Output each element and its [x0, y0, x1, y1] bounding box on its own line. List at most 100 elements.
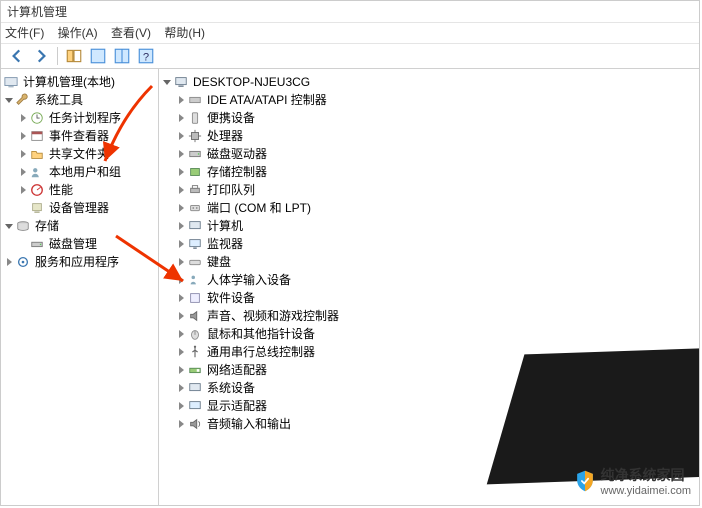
menu-action[interactable]: 操作(A)	[58, 26, 98, 40]
expand-arrow-icon[interactable]	[175, 256, 187, 268]
tree-storage[interactable]: 存储	[3, 217, 156, 235]
tree-task-scheduler[interactable]: 任务计划程序	[3, 109, 156, 127]
watermark-url: www.yidaimei.com	[601, 485, 691, 497]
disk-drive-icon	[187, 146, 203, 162]
menu-file[interactable]: 文件(F)	[5, 26, 44, 40]
expand-arrow-icon[interactable]	[175, 130, 187, 142]
tree-root[interactable]: 计算机管理(本地)	[3, 73, 156, 91]
menu-view[interactable]: 查看(V)	[111, 26, 151, 40]
menu-bar[interactable]: 文件(F) 操作(A) 查看(V) 帮助(H)	[1, 23, 699, 43]
expand-arrow-icon[interactable]	[175, 418, 187, 430]
refresh-button[interactable]	[112, 46, 132, 66]
expand-arrow-icon[interactable]	[17, 130, 29, 142]
device-monitors[interactable]: 监视器	[161, 235, 697, 253]
device-audio-video[interactable]: 声音、视频和游戏控制器	[161, 307, 697, 325]
forward-button[interactable]	[31, 46, 51, 66]
expand-arrow-icon[interactable]	[17, 166, 29, 178]
device-computer[interactable]: DESKTOP-NJEU3CG	[161, 73, 697, 91]
storage-label: 存储	[33, 217, 59, 235]
computer-label: DESKTOP-NJEU3CG	[191, 73, 310, 91]
expand-arrow-icon[interactable]	[175, 94, 187, 106]
watermark-text: 纯净系统家园 www.yidaimei.com	[601, 465, 691, 497]
disk-icon	[29, 236, 45, 252]
expand-arrow-icon[interactable]	[3, 220, 15, 232]
expand-arrow-icon[interactable]	[175, 148, 187, 160]
tree-services[interactable]: 服务和应用程序	[3, 253, 156, 271]
monitors-label: 监视器	[205, 235, 243, 253]
usb-icon	[187, 344, 203, 360]
device-software[interactable]: 软件设备	[161, 289, 697, 307]
back-button[interactable]	[7, 46, 27, 66]
toolbar-separator	[57, 47, 58, 65]
expand-arrow-icon[interactable]	[175, 220, 187, 232]
expand-arrow-icon[interactable]	[175, 184, 187, 196]
device-ports[interactable]: 端口 (COM 和 LPT)	[161, 199, 697, 217]
system-devices-label: 系统设备	[205, 379, 255, 397]
device-mice[interactable]: 鼠标和其他指针设备	[161, 325, 697, 343]
device-print-queues[interactable]: 打印队列	[161, 181, 697, 199]
expand-arrow-icon[interactable]	[175, 238, 187, 250]
left-tree-pane[interactable]: 计算机管理(本地) 系统工具 任务计划程序 事件查看器 共享文件夹	[1, 69, 159, 505]
shared-folder-icon	[29, 146, 45, 162]
device-keyboards[interactable]: 键盘	[161, 253, 697, 271]
device-portable[interactable]: 便携设备	[161, 109, 697, 127]
device-storage-ctrl[interactable]: 存储控制器	[161, 163, 697, 181]
right-tree-pane[interactable]: DESKTOP-NJEU3CG IDE ATA/ATAPI 控制器 便携设备 处…	[159, 69, 699, 505]
system-tools-label: 系统工具	[33, 91, 83, 109]
help-button[interactable]: ?	[136, 46, 156, 66]
expand-arrow-icon[interactable]	[175, 400, 187, 412]
tree-local-users[interactable]: 本地用户和组	[3, 163, 156, 181]
tree-root-label: 计算机管理(本地)	[21, 73, 115, 91]
printer-icon	[187, 182, 203, 198]
tree-device-manager[interactable]: 设备管理器	[3, 199, 156, 217]
audio-video-label: 声音、视频和游戏控制器	[205, 307, 339, 325]
show-hide-tree-button[interactable]	[64, 46, 84, 66]
expand-arrow-icon[interactable]	[175, 364, 187, 376]
expand-arrow-icon[interactable]	[175, 112, 187, 124]
expand-arrow-icon[interactable]	[175, 310, 187, 322]
device-hid[interactable]: 人体学输入设备	[161, 271, 697, 289]
cpu-icon	[187, 128, 203, 144]
shared-folders-label: 共享文件夹	[47, 145, 109, 163]
expand-arrow-icon[interactable]	[17, 148, 29, 160]
processor-label: 处理器	[205, 127, 243, 145]
expand-arrow-icon[interactable]	[175, 382, 187, 394]
tree-event-viewer[interactable]: 事件查看器	[3, 127, 156, 145]
expand-arrow-icon[interactable]	[175, 292, 187, 304]
expand-arrow-icon[interactable]	[3, 256, 15, 268]
expand-arrow-icon[interactable]	[175, 166, 187, 178]
expand-arrow-icon[interactable]	[3, 94, 15, 106]
tree-disk-mgmt[interactable]: 磁盘管理	[3, 235, 156, 253]
performance-label: 性能	[47, 181, 73, 199]
computer-icon	[173, 74, 189, 90]
performance-icon	[29, 182, 45, 198]
wrench-icon	[15, 92, 31, 108]
audio-io-icon	[187, 416, 203, 432]
device-ide[interactable]: IDE ATA/ATAPI 控制器	[161, 91, 697, 109]
device-computers[interactable]: 计算机	[161, 217, 697, 235]
properties-button[interactable]	[88, 46, 108, 66]
event-viewer-icon	[29, 128, 45, 144]
device-manager-label: 设备管理器	[47, 199, 109, 217]
expand-arrow-icon[interactable]	[17, 112, 29, 124]
device-disk-drives[interactable]: 磁盘驱动器	[161, 145, 697, 163]
menu-help[interactable]: 帮助(H)	[164, 26, 205, 40]
expand-arrow-icon	[17, 238, 29, 250]
monitor-icon	[187, 236, 203, 252]
expand-arrow-icon[interactable]	[175, 274, 187, 286]
ports-label: 端口 (COM 和 LPT)	[205, 199, 311, 217]
tree-system-tools[interactable]: 系统工具	[3, 91, 156, 109]
mice-label: 鼠标和其他指针设备	[205, 325, 315, 343]
device-processor[interactable]: 处理器	[161, 127, 697, 145]
expand-arrow-icon[interactable]	[17, 184, 29, 196]
tree-shared-folders[interactable]: 共享文件夹	[3, 145, 156, 163]
expand-arrow-icon[interactable]	[161, 76, 173, 88]
disk-mgmt-label: 磁盘管理	[47, 235, 97, 253]
window-title: 计算机管理	[7, 5, 67, 19]
storage-controller-icon	[187, 164, 203, 180]
expand-arrow-icon[interactable]	[175, 202, 187, 214]
expand-arrow-icon[interactable]	[175, 328, 187, 340]
tree-performance[interactable]: 性能	[3, 181, 156, 199]
audio-io-label: 音频输入和输出	[205, 415, 291, 433]
expand-arrow-icon[interactable]	[175, 346, 187, 358]
